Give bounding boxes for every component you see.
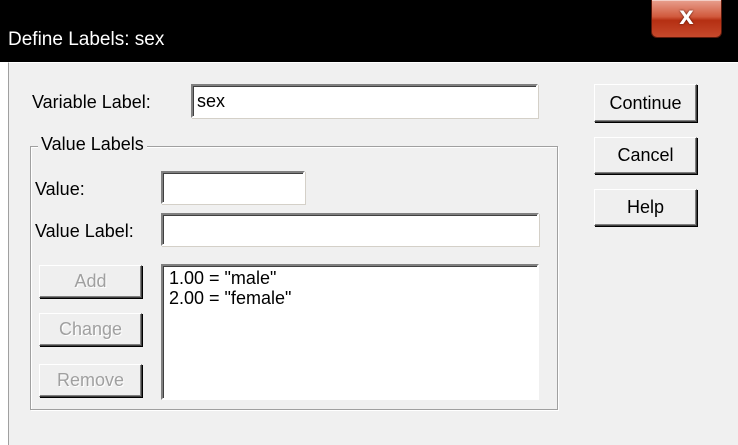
continue-button[interactable]: Continue <box>594 84 697 122</box>
variable-label-label: Variable Label: <box>32 92 151 112</box>
window-title: Define Labels: sex <box>8 29 165 50</box>
value-labels-group-title: Value Labels <box>38 133 147 155</box>
close-button[interactable]: X <box>651 0 722 38</box>
define-labels-dialog: Define Labels: sex X Variable Label: Val… <box>0 0 738 445</box>
add-button[interactable]: Add <box>39 265 142 298</box>
title-bar[interactable]: Define Labels: sex X <box>0 0 738 62</box>
value-labels-list[interactable]: 1.00 = "male" 2.00 = "female" <box>161 264 539 400</box>
value-label-label: Value Label: <box>35 221 134 241</box>
variable-label-input[interactable] <box>191 84 538 118</box>
value-label: Value: <box>35 179 85 199</box>
list-item[interactable]: 2.00 = "female" <box>169 288 531 308</box>
close-icon: X <box>679 7 694 29</box>
help-button[interactable]: Help <box>594 189 697 226</box>
change-button[interactable]: Change <box>39 313 142 346</box>
value-input[interactable] <box>161 171 305 204</box>
remove-button[interactable]: Remove <box>39 364 142 397</box>
value-label-input[interactable] <box>161 213 539 246</box>
list-item[interactable]: 1.00 = "male" <box>169 268 531 288</box>
cancel-button[interactable]: Cancel <box>594 137 697 174</box>
